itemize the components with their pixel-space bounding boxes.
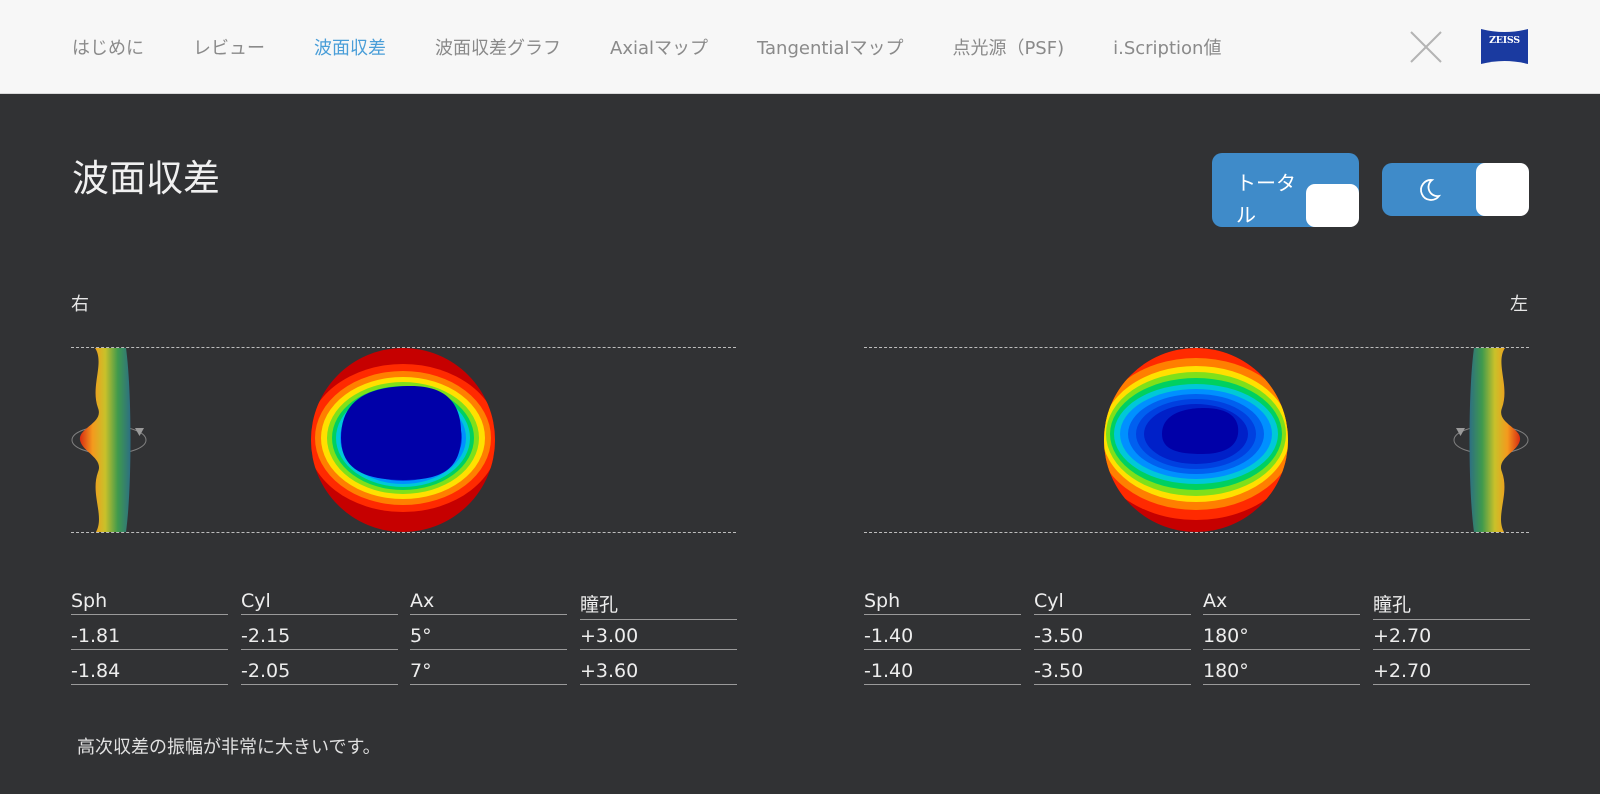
table-cell: -1.40 [864,625,1021,650]
right-header-pupil: 瞳孔 [580,590,737,620]
right-bottom-guide [71,532,736,533]
tab-axial-map[interactable]: Axialマップ [610,34,708,60]
left-eye-wavefront-map [1104,348,1288,532]
logo-text: ZEISS [1489,35,1520,46]
table-cell: +2.70 [1373,625,1530,650]
tab-tangential-map[interactable]: Tangentialマップ [757,34,903,60]
table-cell: -2.05 [241,660,398,685]
aberration-note: 高次収差の振幅が非常に大きいです。 [77,737,381,758]
night-mode-toggle[interactable] [1382,163,1529,216]
page-title: 波面収差 [72,157,220,200]
table-cell: -3.50 [1034,625,1191,650]
total-toggle-label: トータル [1236,171,1296,227]
zeiss-logo: ZEISS [1481,23,1528,70]
left-bottom-guide [864,532,1529,533]
left-header-pupil: 瞳孔 [1373,590,1530,620]
table-cell: -1.40 [864,660,1021,685]
top-navigation-bar: はじめに レビュー 波面収差 波面収差グラフ Axialマップ Tangenti… [0,0,1600,94]
tab-psf[interactable]: 点光源（PSF) [952,34,1064,60]
right-header-cyl: Cyl [241,590,398,615]
logo-curve-icon [1481,23,1528,70]
tab-iscription[interactable]: i.Scription値 [1113,34,1221,60]
left-header-cyl: Cyl [1034,590,1191,615]
total-toggle[interactable]: トータル [1212,153,1359,227]
left-header-ax: Ax [1203,590,1360,615]
tab-review[interactable]: レビュー [193,34,265,60]
table-cell: 5° [410,625,567,650]
table-cell: +3.00 [580,625,737,650]
tab-wavefront-graph[interactable]: 波面収差グラフ [435,34,561,60]
nav-tabs: はじめに レビュー 波面収差 波面収差グラフ Axialマップ Tangenti… [72,0,1270,93]
table-cell: +3.60 [580,660,737,685]
moon-icon [1420,179,1442,201]
left-header-sph: Sph [864,590,1021,615]
left-eye-label: 左 [1510,294,1528,315]
table-cell: 180° [1203,660,1360,685]
night-toggle-knob [1476,163,1529,216]
table-cell: -3.50 [1034,660,1191,685]
right-header-ax: Ax [410,590,567,615]
table-cell: 7° [410,660,567,685]
close-x-icon[interactable] [1408,29,1444,65]
tab-introduction[interactable]: はじめに [72,34,144,60]
table-cell: +2.70 [1373,660,1530,685]
right-eye-label: 右 [71,294,89,315]
table-cell: -1.81 [71,625,228,650]
right-lens-profile [71,348,147,532]
right-eye-wavefront-map [311,348,495,532]
left-lens-profile [1453,348,1529,532]
right-header-sph: Sph [71,590,228,615]
table-cell: -2.15 [241,625,398,650]
tab-wavefront-aberration[interactable]: 波面収差 [314,34,386,60]
table-cell: 180° [1203,625,1360,650]
total-toggle-knob [1306,184,1359,227]
table-cell: -1.84 [71,660,228,685]
